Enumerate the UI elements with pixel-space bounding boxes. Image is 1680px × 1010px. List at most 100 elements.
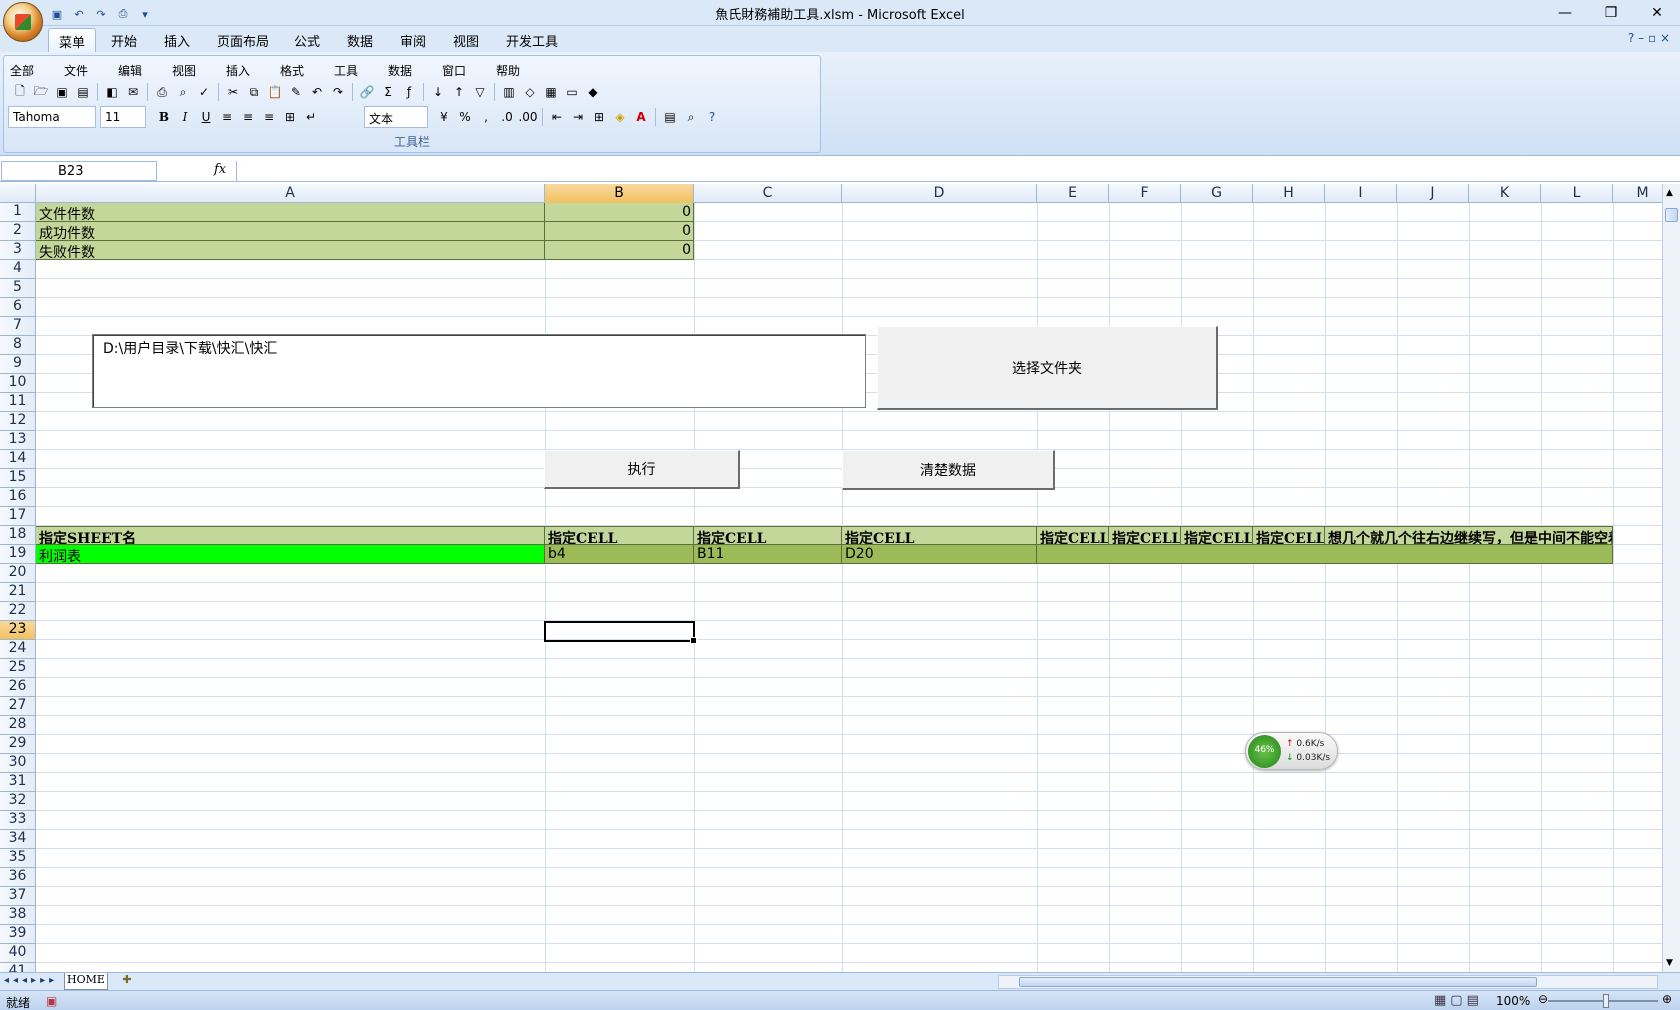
row-header-15[interactable]: 15 <box>0 469 36 488</box>
macro-icon[interactable]: ◆ <box>583 82 603 102</box>
row-header-10[interactable]: 10 <box>0 374 36 393</box>
bold-icon[interactable]: B <box>154 107 174 127</box>
row-header-16[interactable]: 16 <box>0 488 36 507</box>
summary-value-files[interactable]: 0 <box>545 203 694 222</box>
row-header-24[interactable]: 24 <box>0 640 36 659</box>
summary-value-failed[interactable]: 0 <box>545 241 694 260</box>
row-header-18[interactable]: 18 <box>0 526 36 545</box>
header-cell-c[interactable]: 指定CELL <box>694 526 842 545</box>
row-header-35[interactable]: 35 <box>0 849 36 868</box>
minimize-button[interactable]: — <box>1542 0 1588 26</box>
align-left-icon[interactable]: ≡ <box>217 107 237 127</box>
data-cell-d[interactable]: D20 <box>842 545 1037 564</box>
row-header-11[interactable]: 11 <box>0 393 36 412</box>
currency-icon[interactable]: ¥ <box>434 107 454 127</box>
row-header-12[interactable]: 12 <box>0 412 36 431</box>
macro-record-icon[interactable]: ▣ <box>46 994 57 1008</box>
cut-icon[interactable]: ✂ <box>223 82 243 102</box>
increase-decimal-icon[interactable]: .0 <box>497 107 517 127</box>
row-header-38[interactable]: 38 <box>0 906 36 925</box>
row-header-29[interactable]: 29 <box>0 735 36 754</box>
summary-label-files[interactable]: 文件件数 <box>36 203 545 222</box>
column-header-j[interactable]: J <box>1397 184 1469 203</box>
new-icon[interactable]: 🗋 <box>10 82 30 102</box>
row-header-39[interactable]: 39 <box>0 925 36 944</box>
row-header-34[interactable]: 34 <box>0 830 36 849</box>
header-cell-h[interactable]: 指定CELL <box>1253 526 1325 545</box>
menu-insert[interactable]: 插入 <box>226 62 250 79</box>
open-icon[interactable]: 🗁 <box>31 82 51 102</box>
row-header-21[interactable]: 21 <box>0 583 36 602</box>
network-speed-widget[interactable]: 46% ↑ 0.6K/s ↓ 0.03K/s <box>1245 732 1338 770</box>
header-sheet-name[interactable]: 指定SHEET名 <box>36 526 545 545</box>
scroll-up-icon[interactable]: ▲ <box>1666 188 1673 198</box>
column-header-d[interactable]: D <box>842 184 1037 203</box>
tab-developer[interactable]: 开发工具 <box>496 28 568 52</box>
row-header-6[interactable]: 6 <box>0 298 36 317</box>
mail-icon[interactable]: ✉ <box>123 82 143 102</box>
sort-asc-icon[interactable]: ↓ <box>428 82 448 102</box>
row-header-27[interactable]: 27 <box>0 697 36 716</box>
help-icon[interactable]: ? – ▫ × <box>1628 31 1670 45</box>
row-header-17[interactable]: 17 <box>0 507 36 526</box>
data-cell-c[interactable]: B11 <box>694 545 842 564</box>
row-header-19[interactable]: 19 <box>0 545 36 564</box>
zoom-in-icon[interactable]: ⊕ <box>1662 992 1672 1006</box>
print-icon[interactable]: ⎙ <box>152 82 172 102</box>
tab-insert[interactable]: 插入 <box>154 28 200 52</box>
summary-value-success[interactable]: 0 <box>545 222 694 241</box>
row-header-40[interactable]: 40 <box>0 944 36 963</box>
row-header-5[interactable]: 5 <box>0 279 36 298</box>
font-name-combo[interactable]: Tahoma <box>8 106 96 128</box>
tab-home[interactable]: 开始 <box>101 28 147 52</box>
insert-function-icon[interactable]: fx <box>214 162 226 177</box>
row-header-14[interactable]: 14 <box>0 450 36 469</box>
column-header-a[interactable]: A <box>36 184 545 203</box>
redo-icon[interactable]: ↷ <box>328 82 348 102</box>
spelling-icon[interactable]: ✓ <box>194 82 214 102</box>
align-right-icon[interactable]: ≡ <box>259 107 279 127</box>
vertical-scroll-thumb[interactable] <box>1665 208 1678 222</box>
row-header-32[interactable]: 32 <box>0 792 36 811</box>
folder-icon[interactable]: ▭ <box>562 82 582 102</box>
row-header-20[interactable]: 20 <box>0 564 36 583</box>
column-header-k[interactable]: K <box>1469 184 1541 203</box>
pdf-icon[interactable]: ◧ <box>102 82 122 102</box>
execute-button[interactable]: 执行 <box>544 450 740 489</box>
row-header-7[interactable]: 7 <box>0 317 36 336</box>
row-header-23[interactable]: 23 <box>0 621 36 640</box>
shapes-icon[interactable]: ◇ <box>520 82 540 102</box>
menu-data[interactable]: 数据 <box>388 62 412 79</box>
summary-label-success[interactable]: 成功件数 <box>36 222 545 241</box>
row-header-36[interactable]: 36 <box>0 868 36 887</box>
tab-page-layout[interactable]: 页面布局 <box>207 28 279 52</box>
row-header-41[interactable]: 41 <box>0 963 36 972</box>
chart-icon[interactable]: ▥ <box>499 82 519 102</box>
indent-icon[interactable]: ⇥ <box>568 107 588 127</box>
tab-data[interactable]: 数据 <box>337 28 383 52</box>
menu-file[interactable]: 文件 <box>64 62 88 79</box>
restore-button[interactable]: ❐ <box>1588 0 1634 26</box>
name-box[interactable]: B23 <box>1 161 157 181</box>
scroll-down-icon[interactable]: ▼ <box>1666 958 1673 968</box>
undo-icon[interactable]: ↶ <box>307 82 327 102</box>
paste-icon[interactable]: 📋 <box>265 82 285 102</box>
row-header-9[interactable]: 9 <box>0 355 36 374</box>
data-sheet-name[interactable]: 利润表 <box>36 545 545 564</box>
italic-icon[interactable]: I <box>175 107 195 127</box>
row-header-30[interactable]: 30 <box>0 754 36 773</box>
save-icon[interactable]: ▣ <box>52 82 72 102</box>
active-cell-b23[interactable] <box>544 621 697 644</box>
row-header-33[interactable]: 33 <box>0 811 36 830</box>
menu-format[interactable]: 格式 <box>280 62 304 79</box>
office-button[interactable] <box>3 2 43 42</box>
table-icon[interactable]: ▦ <box>541 82 561 102</box>
zoom-icon[interactable]: ⌕ <box>681 107 701 127</box>
row-header-28[interactable]: 28 <box>0 716 36 735</box>
menu-view[interactable]: 视图 <box>172 62 196 79</box>
copy-icon[interactable]: ⧉ <box>244 82 264 102</box>
menu-edit[interactable]: 编辑 <box>118 62 142 79</box>
row-header-3[interactable]: 3 <box>0 241 36 260</box>
percent-icon[interactable]: % <box>455 107 475 127</box>
tab-menu[interactable]: 菜单 <box>48 28 97 52</box>
